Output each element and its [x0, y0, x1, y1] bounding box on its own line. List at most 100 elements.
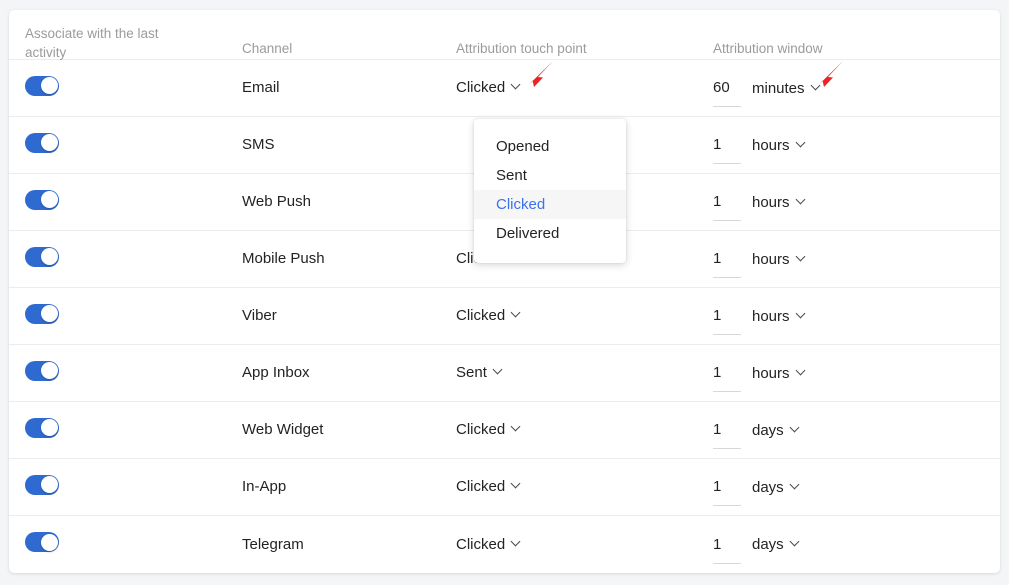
table-row: Telegram Clicked 1 days — [9, 516, 1000, 573]
dropdown-option[interactable]: Sent — [474, 161, 626, 190]
associate-activity-toggle[interactable] — [25, 132, 59, 153]
channel-label: SMS — [242, 136, 275, 153]
attribution-touch-point-select[interactable]: Clicked — [456, 79, 521, 96]
attribution-touch-point-value: Clicked — [456, 307, 506, 324]
associate-activity-toggle[interactable] — [25, 246, 59, 267]
cell-channel: Web Widget — [242, 421, 456, 439]
chevron-down-icon — [791, 538, 800, 547]
attribution-touch-point-select[interactable]: Clicked — [456, 307, 521, 324]
cell-associate-activity — [9, 189, 242, 215]
attribution-window-unit-select[interactable]: days — [752, 422, 800, 439]
attribution-window-value-input[interactable]: 1 — [713, 363, 741, 392]
attribution-window-value: 1 — [713, 478, 722, 495]
cell-channel: Email — [242, 79, 456, 97]
associate-activity-toggle[interactable] — [25, 75, 59, 96]
attribution-window-value-input[interactable]: 1 — [713, 535, 741, 564]
cell-associate-activity — [9, 360, 242, 386]
table-row: Email Clicked 60 minutes — [9, 60, 1000, 117]
attribution-window-unit-value: hours — [752, 250, 790, 268]
chevron-down-icon — [797, 310, 806, 319]
attribution-window-unit-value: days — [752, 478, 784, 496]
associate-activity-toggle[interactable] — [25, 532, 59, 552]
chevron-down-icon — [812, 82, 821, 91]
cell-associate-activity — [9, 75, 242, 101]
cell-associate-activity — [9, 303, 242, 329]
attribution-window-value-input[interactable]: 1 — [713, 420, 741, 449]
attribution-window-value-input[interactable]: 1 — [713, 135, 741, 164]
chevron-down-icon — [797, 253, 806, 262]
table-row: In-App Clicked 1 days — [9, 459, 1000, 516]
dropdown-option[interactable]: Delivered — [474, 219, 626, 248]
attribution-touch-point-select[interactable]: Clicked — [456, 421, 521, 438]
attribution-window-value-input[interactable]: 1 — [713, 306, 741, 335]
dropdown-option[interactable]: Clicked — [474, 190, 626, 219]
attribution-window-value-input[interactable]: 1 — [713, 192, 741, 221]
toggle-knob — [40, 248, 58, 265]
attribution-window-value: 60 — [713, 79, 730, 96]
associate-activity-toggle[interactable] — [25, 417, 59, 438]
attribution-window-unit-select[interactable]: hours — [752, 194, 806, 211]
cell-channel: Web Push — [242, 193, 456, 211]
channel-label: In-App — [242, 478, 287, 495]
dropdown-option[interactable]: Opened — [474, 132, 626, 161]
associate-activity-toggle[interactable] — [25, 474, 59, 495]
attribution-window-unit-select[interactable]: hours — [752, 137, 806, 154]
input-underline — [713, 220, 741, 221]
toggle-knob — [40, 533, 58, 551]
attribution-touch-point-select[interactable]: Clicked — [456, 478, 521, 495]
attribution-window-unit-select[interactable]: days — [752, 536, 800, 553]
associate-activity-toggle[interactable] — [25, 303, 59, 324]
attribution-touch-point-value: Clicked — [456, 79, 506, 96]
attribution-window-value: 1 — [713, 421, 722, 438]
cell-attribution-window: 1 days — [713, 477, 1000, 506]
toggle-knob — [40, 77, 58, 94]
associate-activity-toggle[interactable] — [25, 360, 59, 381]
attribution-window-unit-select[interactable]: hours — [752, 251, 806, 268]
toggle-knob — [40, 476, 58, 493]
attribution-window-value: 1 — [713, 307, 722, 324]
attribution-window-value: 1 — [713, 136, 722, 153]
cell-associate-activity — [9, 417, 242, 443]
channel-label: Viber — [242, 307, 277, 324]
cell-channel: Telegram — [242, 536, 456, 554]
attribution-window-unit-select[interactable]: hours — [752, 308, 806, 325]
attribution-touch-point-select[interactable]: Clicked — [456, 536, 521, 553]
chevron-down-icon — [512, 538, 521, 547]
cell-attribution-window: 1 days — [713, 420, 1000, 449]
cell-attribution-touch-point: Clicked — [456, 421, 713, 439]
attribution-window-unit-select[interactable]: hours — [752, 365, 806, 382]
attribution-window-value-input[interactable]: 60 — [713, 78, 741, 107]
cell-attribution-window: 60 minutes — [713, 78, 1000, 107]
associate-activity-toggle[interactable] — [25, 189, 59, 210]
attribution-window-value-input[interactable]: 1 — [713, 477, 741, 506]
attribution-settings-screen: Associate with the last activity Channel… — [0, 0, 1009, 585]
column-header-attribution-window: Attribution window — [713, 41, 823, 56]
cell-channel: SMS — [242, 136, 456, 154]
toggle-knob — [40, 191, 58, 208]
attribution-window-unit-value: days — [752, 536, 784, 553]
attribution-touch-point-select[interactable]: Sent — [456, 364, 503, 381]
attribution-window-value: 1 — [713, 193, 722, 210]
toggle-knob — [40, 305, 58, 322]
attribution-window-unit-value: minutes — [752, 79, 805, 97]
attribution-window-unit-value: hours — [752, 193, 790, 211]
table-row: Web Widget Clicked 1 days — [9, 402, 1000, 459]
attribution-settings-card: Associate with the last activity Channel… — [9, 10, 1000, 573]
chevron-down-icon — [512, 423, 521, 432]
attribution-window-unit-select[interactable]: days — [752, 479, 800, 496]
cell-channel: Viber — [242, 307, 456, 325]
toggle-knob — [40, 419, 58, 436]
attribution-window-unit-select[interactable]: minutes — [752, 80, 821, 97]
attribution-touch-point-dropdown-menu[interactable]: Opened Sent Clicked Delivered — [474, 119, 626, 263]
table-header-row: Associate with the last activity Channel… — [9, 10, 1000, 60]
cell-channel: App Inbox — [242, 364, 456, 382]
chevron-down-icon — [797, 139, 806, 148]
cell-attribution-window: 1 hours — [713, 192, 1000, 221]
chevron-down-icon — [797, 367, 806, 376]
input-underline — [713, 334, 741, 335]
cell-channel: Mobile Push — [242, 250, 456, 268]
cell-channel: In-App — [242, 478, 456, 496]
attribution-window-value-input[interactable]: 1 — [713, 249, 741, 278]
attribution-touch-point-value: Clicked — [456, 535, 506, 553]
attribution-window-value: 1 — [713, 364, 722, 381]
